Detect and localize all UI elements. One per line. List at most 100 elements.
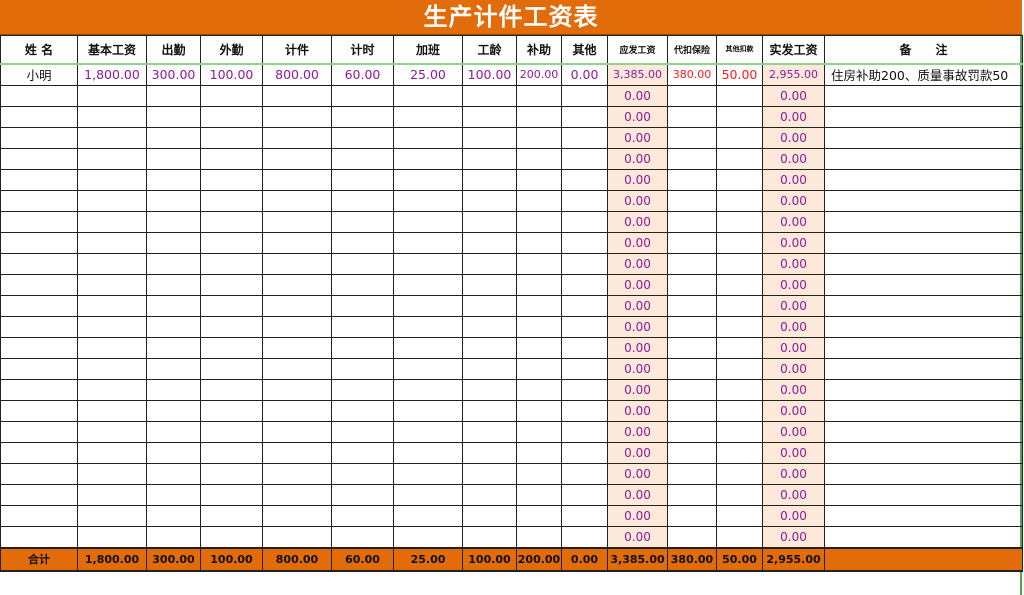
cell-other-deduction[interactable] [716,190,763,212]
cell-basic-salary[interactable] [77,526,147,548]
cell-note[interactable] [824,400,1023,422]
cell-field-work[interactable]: 100.00 [200,63,263,86]
cell-attendance[interactable] [146,232,201,254]
cell-hourly[interactable] [331,106,394,128]
cell-basic-salary[interactable] [77,379,147,401]
cell-piecework[interactable] [262,400,332,422]
cell-insurance[interactable] [667,148,717,170]
cell-hourly[interactable] [331,526,394,548]
header-insurance[interactable]: 代扣保险 [667,35,717,65]
cell-insurance[interactable] [667,85,717,107]
cell-gross-pay[interactable]: 0.00 [607,526,668,548]
cell-piecework[interactable]: 800.00 [262,63,332,86]
cell-seniority[interactable] [462,85,517,107]
cell-seniority[interactable] [462,442,517,464]
cell-hourly[interactable] [331,421,394,443]
cell-overtime[interactable] [393,379,463,401]
cell-field-work[interactable] [200,379,263,401]
cell-insurance[interactable] [667,253,717,275]
cell-field-work[interactable] [200,484,263,506]
cell-gross-pay[interactable]: 0.00 [607,127,668,149]
cell-other-deduction[interactable] [716,85,763,107]
cell-insurance[interactable] [667,379,717,401]
cell-hourly[interactable] [331,358,394,380]
cell-overtime[interactable] [393,232,463,254]
cell-name[interactable] [0,148,78,170]
cell-piecework[interactable] [262,316,332,338]
cell-other-deduction[interactable] [716,337,763,359]
cell-net-pay[interactable]: 0.00 [762,232,825,254]
cell-other[interactable] [561,484,608,506]
total-basic-salary[interactable]: 1,800.00 [77,546,147,572]
cell-subsidy[interactable] [516,505,562,527]
cell-subsidy[interactable] [516,190,562,212]
total-net-pay[interactable]: 2,955.00 [762,546,825,572]
cell-name[interactable] [0,85,78,107]
cell-note[interactable] [824,463,1023,485]
cell-note[interactable]: 住房补助200、质量事故罚款50 [824,63,1023,86]
cell-name[interactable] [0,232,78,254]
cell-name[interactable] [0,421,78,443]
cell-seniority[interactable] [462,106,517,128]
cell-attendance[interactable] [146,106,201,128]
cell-hourly[interactable] [331,379,394,401]
cell-other-deduction[interactable] [716,379,763,401]
total-field-work[interactable]: 100.00 [200,546,263,572]
cell-overtime[interactable] [393,463,463,485]
cell-name[interactable] [0,127,78,149]
cell-overtime[interactable] [393,127,463,149]
total-piecework[interactable]: 800.00 [262,546,332,572]
cell-field-work[interactable] [200,337,263,359]
cell-net-pay[interactable]: 0.00 [762,190,825,212]
header-field-work[interactable]: 外勤 [200,35,263,65]
cell-gross-pay[interactable]: 0.00 [607,442,668,464]
header-hourly[interactable]: 计时 [331,35,394,65]
cell-basic-salary[interactable]: 1,800.00 [77,63,147,86]
cell-subsidy[interactable] [516,148,562,170]
cell-name[interactable] [0,484,78,506]
cell-name[interactable] [0,169,78,191]
cell-hourly[interactable]: 60.00 [331,63,394,86]
cell-seniority[interactable] [462,484,517,506]
cell-piecework[interactable] [262,106,332,128]
cell-hourly[interactable] [331,400,394,422]
cell-overtime[interactable] [393,358,463,380]
cell-gross-pay[interactable]: 0.00 [607,211,668,233]
cell-net-pay[interactable]: 0.00 [762,463,825,485]
cell-basic-salary[interactable] [77,127,147,149]
cell-insurance[interactable] [667,190,717,212]
cell-insurance[interactable]: 380.00 [667,63,717,86]
cell-subsidy[interactable] [516,379,562,401]
cell-subsidy[interactable] [516,316,562,338]
cell-name[interactable] [0,463,78,485]
cell-piecework[interactable] [262,526,332,548]
cell-other-deduction[interactable]: 50.00 [716,63,763,86]
cell-subsidy[interactable] [516,484,562,506]
cell-hourly[interactable] [331,337,394,359]
cell-piecework[interactable] [262,253,332,275]
header-overtime[interactable]: 加班 [393,35,463,65]
cell-gross-pay[interactable]: 0.00 [607,169,668,191]
cell-basic-salary[interactable] [77,274,147,296]
cell-gross-pay[interactable]: 0.00 [607,85,668,107]
cell-insurance[interactable] [667,463,717,485]
cell-seniority[interactable] [462,421,517,443]
cell-attendance[interactable] [146,85,201,107]
cell-other-deduction[interactable] [716,106,763,128]
cell-hourly[interactable] [331,505,394,527]
cell-name[interactable] [0,316,78,338]
cell-basic-salary[interactable] [77,337,147,359]
cell-seniority[interactable] [462,211,517,233]
cell-gross-pay[interactable]: 0.00 [607,421,668,443]
cell-net-pay[interactable]: 0.00 [762,526,825,548]
cell-note[interactable] [824,127,1023,149]
cell-net-pay[interactable]: 0.00 [762,211,825,233]
cell-basic-salary[interactable] [77,232,147,254]
cell-attendance[interactable] [146,337,201,359]
cell-basic-salary[interactable] [77,190,147,212]
cell-attendance[interactable] [146,421,201,443]
cell-piecework[interactable] [262,421,332,443]
cell-net-pay[interactable]: 0.00 [762,127,825,149]
cell-seniority[interactable] [462,379,517,401]
cell-subsidy[interactable] [516,232,562,254]
